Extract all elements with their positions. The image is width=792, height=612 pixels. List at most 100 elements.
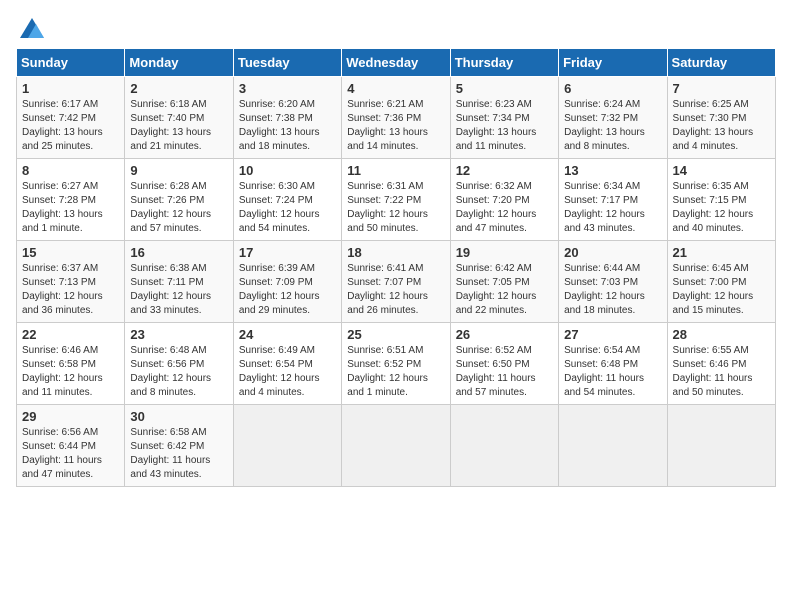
cell-content: Sunrise: 6:25 AM Sunset: 7:30 PM Dayligh… — [673, 98, 770, 154]
calendar-cell: 1 Sunrise: 6:17 AM Sunset: 7:42 PM Daylig… — [17, 77, 125, 159]
calendar-cell: 5 Sunrise: 6:23 AM Sunset: 7:34 PM Daylig… — [450, 77, 558, 159]
calendar-week-row: 22Sunrise: 6:46 AM Sunset: 6:58 PM Dayli… — [17, 323, 776, 405]
cell-content: Sunrise: 6:32 AM Sunset: 7:20 PM Dayligh… — [456, 180, 553, 236]
calendar-cell: 12 Sunrise: 6:32 AM Sunset: 7:20 PM Dayli… — [450, 159, 558, 241]
cell-content: Sunrise: 6:49 AM Sunset: 6:54 PM Dayligh… — [239, 344, 336, 400]
cell-content: Sunrise: 6:30 AM Sunset: 7:24 PM Dayligh… — [239, 180, 336, 236]
calendar-cell: 27 Sunrise: 6:54 AM Sunset: 6:48 PM Dayli… — [559, 323, 667, 405]
cell-content: Sunrise: 6:41 AM Sunset: 7:07 PM Dayligh… — [347, 262, 444, 318]
day-number: 16 — [130, 245, 227, 260]
calendar-week-row: 8 Sunrise: 6:27 AM Sunset: 7:28 PM Daylig… — [17, 159, 776, 241]
day-number: 11 — [347, 163, 444, 178]
calendar-cell: 15 Sunrise: 6:37 AM Sunset: 7:13 PM Dayli… — [17, 241, 125, 323]
calendar-week-row: 1 Sunrise: 6:17 AM Sunset: 7:42 PM Daylig… — [17, 77, 776, 159]
day-number: 2 — [130, 81, 227, 96]
cell-content: Sunrise: 6:39 AM Sunset: 7:09 PM Dayligh… — [239, 262, 336, 318]
calendar-cell: 20 Sunrise: 6:44 AM Sunset: 7:03 PM Dayli… — [559, 241, 667, 323]
day-number: 5 — [456, 81, 553, 96]
calendar-cell: 19 Sunrise: 6:42 AM Sunset: 7:05 PM Dayli… — [450, 241, 558, 323]
calendar-day-header: Sunday — [17, 49, 125, 77]
calendar-cell: 16 Sunrise: 6:38 AM Sunset: 7:11 PM Dayli… — [125, 241, 233, 323]
day-number: 17 — [239, 245, 336, 260]
cell-content: Sunrise: 6:35 AM Sunset: 7:15 PM Dayligh… — [673, 180, 770, 236]
calendar-table: SundayMondayTuesdayWednesdayThursdayFrid… — [16, 48, 776, 487]
calendar-day-header: Monday — [125, 49, 233, 77]
cell-content: Sunrise: 6:51 AM Sunset: 6:52 PM Dayligh… — [347, 344, 444, 400]
cell-content: Sunrise: 6:23 AM Sunset: 7:34 PM Dayligh… — [456, 98, 553, 154]
cell-content: Sunrise: 6:54 AM Sunset: 6:48 PM Dayligh… — [564, 344, 661, 400]
calendar-day-header: Thursday — [450, 49, 558, 77]
cell-content: Sunrise: 6:44 AM Sunset: 7:03 PM Dayligh… — [564, 262, 661, 318]
day-number: 20 — [564, 245, 661, 260]
calendar-cell — [233, 405, 341, 487]
calendar-cell: 24 Sunrise: 6:49 AM Sunset: 6:54 PM Dayli… — [233, 323, 341, 405]
calendar-cell — [667, 405, 775, 487]
cell-content: Sunrise: 6:21 AM Sunset: 7:36 PM Dayligh… — [347, 98, 444, 154]
cell-content: Sunrise: 6:17 AM Sunset: 7:42 PM Dayligh… — [22, 98, 119, 154]
calendar-cell — [342, 405, 450, 487]
cell-content: Sunrise: 6:37 AM Sunset: 7:13 PM Dayligh… — [22, 262, 119, 318]
calendar-cell: 22Sunrise: 6:46 AM Sunset: 6:58 PM Dayli… — [17, 323, 125, 405]
day-number: 25 — [347, 327, 444, 342]
calendar-day-header: Saturday — [667, 49, 775, 77]
calendar-cell: 29Sunrise: 6:56 AM Sunset: 6:44 PM Dayli… — [17, 405, 125, 487]
calendar-day-header: Friday — [559, 49, 667, 77]
calendar-cell: 30 Sunrise: 6:58 AM Sunset: 6:42 PM Dayli… — [125, 405, 233, 487]
calendar-cell: 25 Sunrise: 6:51 AM Sunset: 6:52 PM Dayli… — [342, 323, 450, 405]
logo-icon — [18, 16, 46, 44]
day-number: 12 — [456, 163, 553, 178]
calendar-cell: 21Sunrise: 6:45 AM Sunset: 7:00 PM Dayli… — [667, 241, 775, 323]
day-number: 26 — [456, 327, 553, 342]
calendar-cell: 8 Sunrise: 6:27 AM Sunset: 7:28 PM Daylig… — [17, 159, 125, 241]
cell-content: Sunrise: 6:28 AM Sunset: 7:26 PM Dayligh… — [130, 180, 227, 236]
calendar-cell: 13Sunrise: 6:34 AM Sunset: 7:17 PM Dayli… — [559, 159, 667, 241]
calendar-cell: 28Sunrise: 6:55 AM Sunset: 6:46 PM Dayli… — [667, 323, 775, 405]
calendar-week-row: 29Sunrise: 6:56 AM Sunset: 6:44 PM Dayli… — [17, 405, 776, 487]
cell-content: Sunrise: 6:31 AM Sunset: 7:22 PM Dayligh… — [347, 180, 444, 236]
day-number: 23 — [130, 327, 227, 342]
day-number: 21 — [673, 245, 770, 260]
day-number: 28 — [673, 327, 770, 342]
day-number: 10 — [239, 163, 336, 178]
day-number: 15 — [22, 245, 119, 260]
cell-content: Sunrise: 6:38 AM Sunset: 7:11 PM Dayligh… — [130, 262, 227, 318]
calendar-cell: 10 Sunrise: 6:30 AM Sunset: 7:24 PM Dayli… — [233, 159, 341, 241]
day-number: 19 — [456, 245, 553, 260]
day-number: 14 — [673, 163, 770, 178]
calendar-cell: 23 Sunrise: 6:48 AM Sunset: 6:56 PM Dayli… — [125, 323, 233, 405]
cell-content: Sunrise: 6:46 AM Sunset: 6:58 PM Dayligh… — [22, 344, 119, 400]
day-number: 27 — [564, 327, 661, 342]
calendar-cell: 11 Sunrise: 6:31 AM Sunset: 7:22 PM Dayli… — [342, 159, 450, 241]
day-number: 9 — [130, 163, 227, 178]
cell-content: Sunrise: 6:18 AM Sunset: 7:40 PM Dayligh… — [130, 98, 227, 154]
calendar-cell — [559, 405, 667, 487]
day-number: 7 — [673, 81, 770, 96]
calendar-cell: 2 Sunrise: 6:18 AM Sunset: 7:40 PM Daylig… — [125, 77, 233, 159]
cell-content: Sunrise: 6:56 AM Sunset: 6:44 PM Dayligh… — [22, 426, 119, 482]
calendar-cell: 9 Sunrise: 6:28 AM Sunset: 7:26 PM Daylig… — [125, 159, 233, 241]
cell-content: Sunrise: 6:20 AM Sunset: 7:38 PM Dayligh… — [239, 98, 336, 154]
day-number: 4 — [347, 81, 444, 96]
cell-content: Sunrise: 6:48 AM Sunset: 6:56 PM Dayligh… — [130, 344, 227, 400]
calendar-header-row: SundayMondayTuesdayWednesdayThursdayFrid… — [17, 49, 776, 77]
calendar-cell: 14 Sunrise: 6:35 AM Sunset: 7:15 PM Dayli… — [667, 159, 775, 241]
logo — [16, 16, 46, 40]
day-number: 30 — [130, 409, 227, 424]
calendar-body: 1 Sunrise: 6:17 AM Sunset: 7:42 PM Daylig… — [17, 77, 776, 487]
cell-content: Sunrise: 6:24 AM Sunset: 7:32 PM Dayligh… — [564, 98, 661, 154]
day-number: 18 — [347, 245, 444, 260]
calendar-cell: 4 Sunrise: 6:21 AM Sunset: 7:36 PM Daylig… — [342, 77, 450, 159]
calendar-day-header: Tuesday — [233, 49, 341, 77]
day-number: 8 — [22, 163, 119, 178]
day-number: 3 — [239, 81, 336, 96]
calendar-cell: 7 Sunrise: 6:25 AM Sunset: 7:30 PM Daylig… — [667, 77, 775, 159]
cell-content: Sunrise: 6:27 AM Sunset: 7:28 PM Dayligh… — [22, 180, 119, 236]
day-number: 1 — [22, 81, 119, 96]
cell-content: Sunrise: 6:58 AM Sunset: 6:42 PM Dayligh… — [130, 426, 227, 482]
calendar-cell: 26Sunrise: 6:52 AM Sunset: 6:50 PM Dayli… — [450, 323, 558, 405]
day-number: 24 — [239, 327, 336, 342]
calendar-cell: 3 Sunrise: 6:20 AM Sunset: 7:38 PM Daylig… — [233, 77, 341, 159]
cell-content: Sunrise: 6:42 AM Sunset: 7:05 PM Dayligh… — [456, 262, 553, 318]
calendar-week-row: 15 Sunrise: 6:37 AM Sunset: 7:13 PM Dayli… — [17, 241, 776, 323]
calendar-cell: 6Sunrise: 6:24 AM Sunset: 7:32 PM Daylig… — [559, 77, 667, 159]
